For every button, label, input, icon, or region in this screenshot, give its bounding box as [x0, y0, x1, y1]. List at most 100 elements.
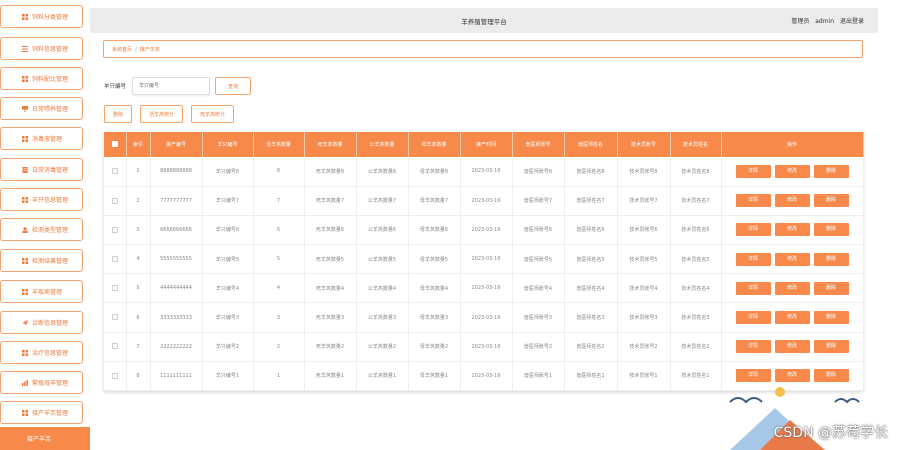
edit-button[interactable]: 修改 — [774, 223, 810, 237]
edit-button[interactable]: 修改 — [774, 311, 810, 325]
row-select-cell[interactable] — [104, 186, 127, 216]
breadcrumb-home[interactable]: 系统首页 — [112, 47, 132, 53]
select-all-checkbox[interactable] — [111, 141, 118, 148]
row-delete-button[interactable]: 删除 — [813, 281, 849, 295]
edit-button[interactable]: 修改 — [774, 194, 810, 208]
sidebar-item-feed-ratio[interactable]: 饲料配比管理 — [0, 67, 83, 90]
edit-button[interactable]: 修改 — [774, 164, 810, 178]
edit-button[interactable]: 修改 — [774, 340, 810, 354]
sidebar-item-label: 检测类型管理 — [32, 227, 69, 234]
row-select-cell[interactable] — [104, 302, 127, 333]
grid-icon — [22, 350, 28, 356]
table-body: 1 8888888888 羊只编号8 8 死羊羔数量8 公羊羔数量8 母羊羔数量8 2023-… — [104, 157, 864, 392]
sidebar-item-disinfectant[interactable]: 消毒液管理 — [0, 127, 83, 150]
sidebar-item-diagnosis[interactable]: 诊断信息管理 — [0, 311, 83, 334]
row-delete-button[interactable]: 删除 — [813, 223, 849, 237]
row-delete-button[interactable]: 删除 — [813, 311, 849, 325]
sidebar: 饲料分类管理 饲料信息管理 饲料配比管理 日常喂养管理 消毒液管理 日常消毒管理… — [0, 0, 90, 450]
detail-button[interactable]: 详情 — [735, 252, 771, 266]
cell-vet-name: 兽医师姓名3 — [564, 302, 618, 333]
sidebar-item-daily-feeding[interactable]: 日常喂养管理 — [0, 97, 83, 120]
dead-lamb-stat-button[interactable]: 死羊羔统计 — [191, 105, 235, 123]
cell-date: 2023-03-16 — [460, 186, 513, 216]
cell-date: 2023-03-16 — [460, 332, 513, 362]
sidebar-item-test-type[interactable]: 检测类型管理 — [0, 218, 83, 241]
cell-live: 5 — [253, 244, 305, 275]
row-select-cell[interactable] — [104, 157, 127, 187]
row-checkbox[interactable] — [111, 314, 118, 321]
list-icon — [22, 46, 28, 52]
cell-index: 1 — [126, 157, 151, 187]
row-checkbox[interactable] — [111, 372, 118, 379]
cell-date: 2023-03-16 — [460, 157, 513, 187]
table-row: 3 6666666666 羊只编号6 6 死羊羔数量6 公羊羔数量6 母羊羔数量6 2023-… — [104, 215, 864, 246]
cell-dead: 死羊羔数量4 — [304, 273, 357, 304]
cell-tech-acc: 技术员账号3 — [617, 302, 671, 333]
sidebar-item-sheep-disease[interactable]: 羊疾病管理 — [0, 280, 83, 303]
cell-tech-name: 技术员姓名4 — [670, 273, 722, 304]
column-header: 活羊羔数量 — [253, 132, 305, 157]
detail-button[interactable]: 详情 — [735, 340, 771, 354]
table-row: 4 5555555555 羊只编号5 5 死羊羔数量5 公羊羔数量5 母羊羔数量5 2023-… — [104, 244, 864, 275]
cell-female: 母羊羔数量7 — [408, 186, 461, 216]
row-select-cell[interactable] — [104, 244, 127, 275]
sidebar-item-breeding-ewe[interactable]: 繁殖母羊管理 — [0, 371, 83, 394]
row-checkbox[interactable] — [111, 197, 118, 204]
edit-button[interactable]: 修改 — [774, 252, 810, 266]
cell-live: 4 — [253, 273, 305, 304]
row-select-cell[interactable] — [104, 332, 127, 362]
delete-button[interactable]: 删除 — [104, 105, 133, 123]
row-checkbox[interactable] — [111, 226, 118, 233]
row-delete-button[interactable]: 删除 — [813, 340, 849, 354]
user-info: 管理员 admin 退出登录 — [787, 16, 864, 25]
detail-button[interactable]: 详情 — [735, 223, 771, 237]
sidebar-item-label: 饲料分类管理 — [32, 14, 69, 21]
detail-button[interactable]: 详情 — [735, 164, 771, 178]
search-input[interactable] — [132, 77, 211, 95]
user-icon — [22, 227, 28, 233]
sidebar-item-lamb-delivery[interactable]: 接产羊羔管理 — [0, 401, 83, 424]
sidebar-item-treatment[interactable]: 治疗信息管理 — [0, 341, 83, 364]
detail-button[interactable]: 详情 — [735, 281, 771, 295]
row-checkbox[interactable] — [111, 285, 118, 292]
row-delete-button[interactable]: 删除 — [813, 164, 849, 178]
sidebar-item-daily-disinfection[interactable]: 日常消毒管理 — [0, 158, 83, 181]
row-delete-button[interactable]: 删除 — [813, 252, 849, 266]
search-label: 羊只编号 — [104, 84, 127, 90]
cell-code: 3333333333 — [150, 302, 203, 333]
table-header-row: 索引 接产编号 羊只编号 活羊羔数量 死羊羔数量 公羊羔数量 母羊羔数量 接产时… — [104, 132, 864, 157]
sidebar-item-feed-category[interactable]: 饲料分类管理 — [0, 5, 83, 28]
live-lamb-stat-button[interactable]: 活羊羔统计 — [140, 105, 184, 123]
row-select-cell[interactable] — [104, 215, 127, 246]
detail-button[interactable]: 详情 — [735, 311, 771, 325]
sidebar-item-lamb-delivery-active[interactable]: 接产羊羔 — [0, 427, 90, 450]
cell-female: 母羊羔数量5 — [408, 244, 461, 275]
row-checkbox[interactable] — [111, 168, 118, 175]
cell-female: 母羊羔数量3 — [408, 302, 461, 333]
search-button[interactable]: 查询 — [215, 77, 252, 95]
cell-tech-acc: 技术员账号7 — [617, 186, 671, 216]
sidebar-item-sheep-info[interactable]: 羊只信息管理 — [0, 188, 83, 211]
cell-code: 8888888888 — [150, 157, 203, 187]
cell-female: 母羊羔数量4 — [408, 273, 461, 304]
sidebar-item-label: 羊只信息管理 — [32, 197, 69, 204]
row-checkbox[interactable] — [111, 343, 118, 350]
detail-button[interactable]: 详情 — [735, 194, 771, 208]
sidebar-item-label: 羊疾病管理 — [32, 289, 63, 296]
row-delete-button[interactable]: 删除 — [813, 194, 849, 208]
sidebar-item-test-result[interactable]: 检测结果管理 — [0, 249, 83, 272]
select-all-header[interactable] — [104, 132, 127, 157]
row-checkbox[interactable] — [111, 255, 118, 262]
edit-button[interactable]: 修改 — [774, 281, 810, 295]
cell-vet-name: 兽医师姓名2 — [564, 332, 618, 362]
cell-vet-acc: 兽医师账号7 — [512, 186, 565, 216]
cell-code: 1111111111 — [150, 361, 203, 392]
grid-icon — [22, 14, 28, 20]
logout-link[interactable]: 退出登录 — [840, 18, 864, 25]
row-select-cell[interactable] — [104, 361, 127, 392]
row-select-cell[interactable] — [104, 273, 127, 304]
data-table: 索引 接产编号 羊只编号 活羊羔数量 死羊羔数量 公羊羔数量 母羊羔数量 接产时… — [104, 132, 864, 392]
app-root: 饲料分类管理 饲料信息管理 饲料配比管理 日常喂养管理 消毒液管理 日常消毒管理… — [0, 0, 902, 450]
cell-tech-name: 技术员姓名6 — [670, 215, 722, 246]
sidebar-item-feed-info[interactable]: 饲料信息管理 — [0, 37, 83, 60]
